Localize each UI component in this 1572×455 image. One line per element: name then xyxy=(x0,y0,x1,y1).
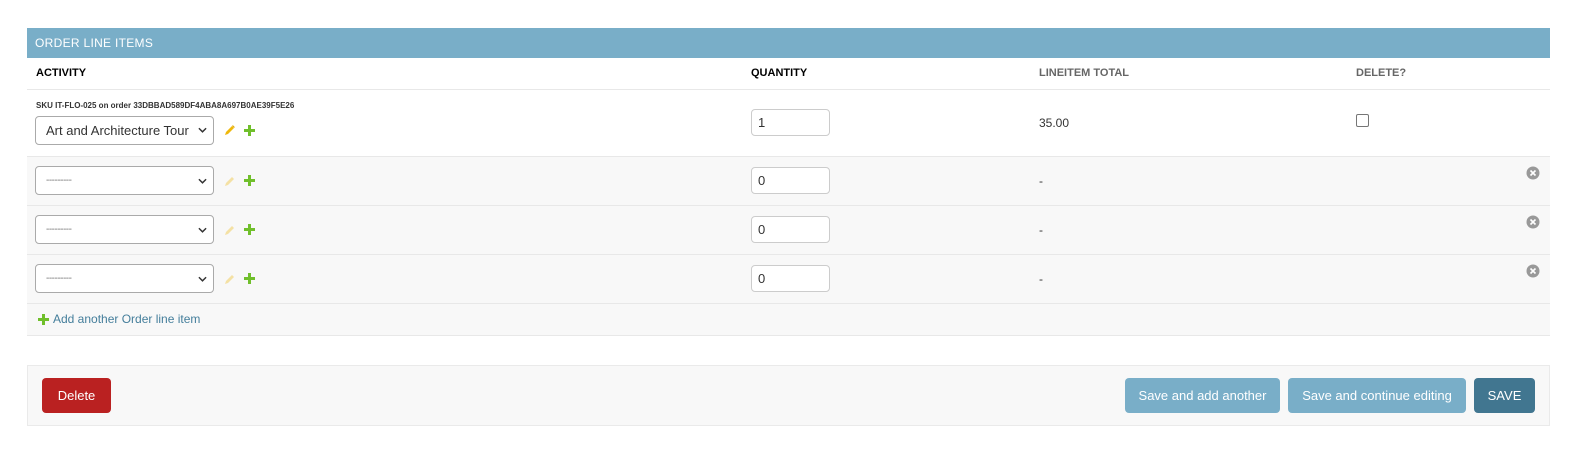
remove-circle-icon[interactable] xyxy=(1526,215,1540,229)
inline-title: ORDER LINE ITEMS xyxy=(27,28,1550,58)
row-caption: SKU IT-FLO-025 on order 33DBBAD589DF4ABA… xyxy=(36,100,295,110)
chevron-down-icon xyxy=(198,178,207,184)
plus-icon[interactable] xyxy=(244,224,255,235)
activity-select[interactable]: --------- xyxy=(35,166,214,195)
remove-circle-icon[interactable] xyxy=(1526,264,1540,278)
activity-select-value: --------- xyxy=(46,224,72,235)
plus-icon[interactable] xyxy=(244,124,255,136)
activity-select-value: --------- xyxy=(46,273,72,284)
quantity-input[interactable] xyxy=(751,167,830,194)
pencil-icon[interactable] xyxy=(224,224,236,236)
lineitem-total: - xyxy=(1039,156,1356,206)
save-button[interactable]: SAVE xyxy=(1474,378,1535,413)
pencil-icon[interactable] xyxy=(224,273,236,285)
column-header-quantity: QUANTITY xyxy=(751,58,1039,90)
pencil-icon[interactable] xyxy=(224,175,236,187)
pencil-icon[interactable] xyxy=(224,124,236,136)
lineitem-total: 35.00 xyxy=(1039,89,1356,157)
line-items-table: ACTIVITY QUANTITY LINEITEM TOTAL DELETE?… xyxy=(27,58,1550,336)
quantity-input[interactable] xyxy=(751,109,830,136)
plus-icon xyxy=(38,313,49,325)
order-line-items-inline: ORDER LINE ITEMS ACTIVITY QUANTITY LINEI… xyxy=(27,28,1550,336)
activity-select-value: Art and Architecture Tour xyxy=(46,122,189,138)
activity-select-value: --------- xyxy=(46,175,72,186)
table-row: --------- - xyxy=(27,156,1550,206)
activity-select[interactable]: --------- xyxy=(35,215,214,244)
table-row: --------- - xyxy=(27,254,1550,304)
remove-circle-icon[interactable] xyxy=(1526,166,1540,180)
activity-select[interactable]: --------- xyxy=(35,264,214,293)
table-row: SKU IT-FLO-025 on order 33DBBAD589DF4ABA… xyxy=(27,89,1550,157)
plus-icon[interactable] xyxy=(244,175,255,186)
add-row: Add another Order line item xyxy=(27,303,1550,336)
chevron-down-icon xyxy=(198,127,207,133)
lineitem-total: - xyxy=(1039,254,1356,304)
save-and-add-another-button[interactable]: Save and add another xyxy=(1125,378,1280,413)
plus-icon[interactable] xyxy=(244,273,255,284)
quantity-input[interactable] xyxy=(751,265,830,292)
lineitem-total: - xyxy=(1039,205,1356,255)
chevron-down-icon xyxy=(198,227,207,233)
column-header-activity: ACTIVITY xyxy=(27,58,751,90)
quantity-input[interactable] xyxy=(751,216,830,243)
delete-button[interactable]: Delete xyxy=(42,378,111,413)
add-another-label: Add another Order line item xyxy=(53,312,201,326)
save-and-continue-button[interactable]: Save and continue editing xyxy=(1288,378,1466,413)
activity-select[interactable]: Art and Architecture Tour xyxy=(35,115,214,145)
add-another-link[interactable]: Add another Order line item xyxy=(27,312,1550,326)
chevron-down-icon xyxy=(198,276,207,282)
table-row: --------- - xyxy=(27,205,1550,255)
submit-row: Delete Save and add another Save and con… xyxy=(27,365,1550,426)
column-header-lineitem-total: LINEITEM TOTAL xyxy=(1039,58,1356,90)
column-header-delete: DELETE? xyxy=(1356,58,1550,90)
delete-checkbox[interactable] xyxy=(1356,113,1369,127)
